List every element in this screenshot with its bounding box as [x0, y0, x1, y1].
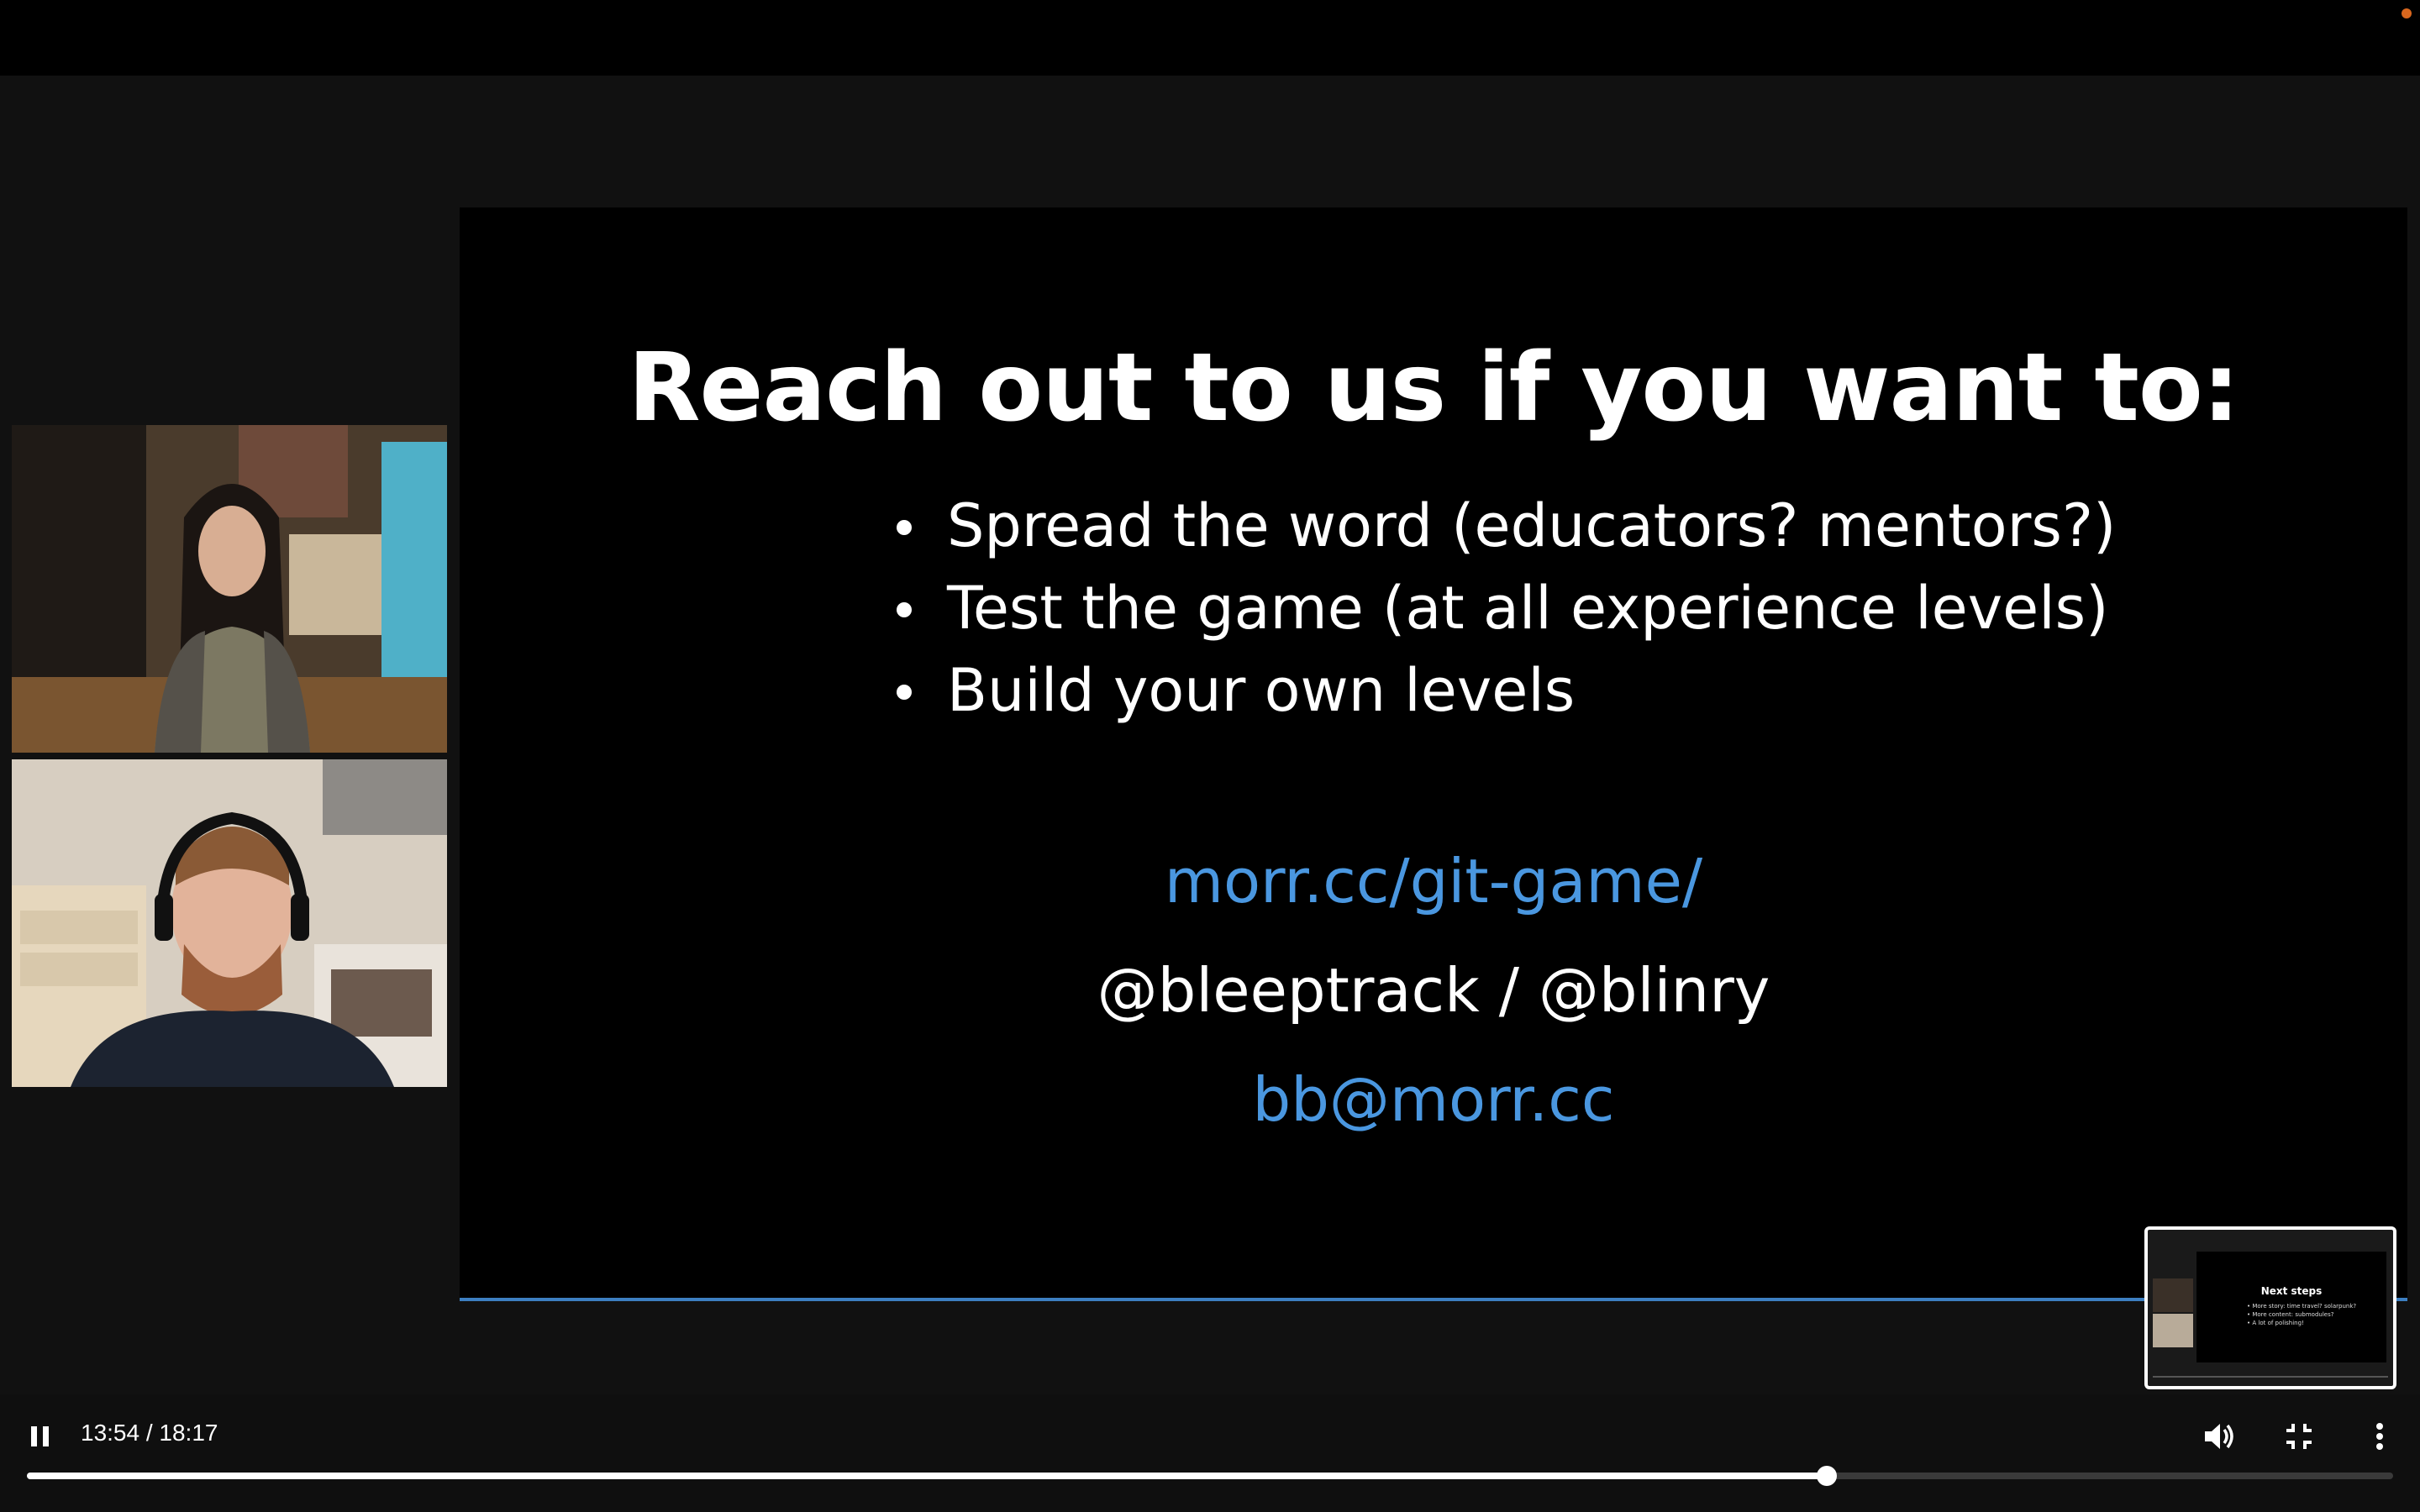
preview-bullet: • More story: time travel? solarpunk?: [2247, 1303, 2357, 1310]
volume-icon: [2205, 1424, 2233, 1449]
exit-fullscreen-icon: [2286, 1424, 2312, 1449]
preview-slide: Next steps • More story: time travel? so…: [2196, 1252, 2386, 1362]
slide-bullet: Test the game (at all experience levels): [897, 567, 2116, 649]
preview-title: Next steps: [2260, 1285, 2323, 1297]
seek-bar-played: [27, 1473, 1827, 1479]
player-controls: 13:54 / 18:17: [0, 1394, 2420, 1512]
speaker-camera-1: [12, 425, 447, 753]
preview-progress-bar: [2153, 1376, 2388, 1378]
time-display: 13:54 / 18:17: [81, 1420, 218, 1446]
seek-bar[interactable]: [27, 1466, 2393, 1486]
slide-divider: [460, 1298, 2407, 1301]
recording-indicator: [2402, 8, 2412, 18]
pause-icon-bar: [43, 1426, 49, 1446]
presentation-slide: Reach out to us if you want to: Spread t…: [460, 207, 2407, 1301]
speaker-camera-2: [12, 759, 447, 1087]
pause-button[interactable]: [17, 1413, 64, 1460]
slide-bullet: Build your own levels: [897, 649, 2116, 732]
more-options-button[interactable]: [2356, 1413, 2403, 1460]
exit-fullscreen-button[interactable]: [2275, 1413, 2323, 1460]
preview-camera-1: [2153, 1278, 2193, 1312]
preview-bullet-list: • More story: time travel? solarpunk? • …: [2247, 1302, 2356, 1327]
pause-icon: [31, 1426, 37, 1446]
volume-button[interactable]: [2195, 1413, 2242, 1460]
top-bar: [0, 0, 2420, 76]
preview-bullet: • More content: submodules?: [2247, 1311, 2334, 1318]
slide-bullet: Spread the word (educators? mentors?): [897, 485, 2116, 567]
preview-camera-2: [2153, 1314, 2193, 1347]
seek-bar-handle[interactable]: [1816, 1466, 1837, 1486]
seek-preview-thumbnail: Next steps • More story: time travel? so…: [2144, 1226, 2396, 1389]
slide-bullet-list: Spread the word (educators? mentors?) Te…: [897, 485, 2116, 732]
preview-bullet: • A lot of polishing!: [2247, 1320, 2304, 1326]
slide-url: morr.cc/git-game/: [1164, 846, 1703, 916]
more-vertical-icon: [2376, 1423, 2383, 1450]
slide-handles: @bleeptrack / @blinry: [1097, 955, 1770, 1026]
slide-title: Reach out to us if you want to:: [628, 333, 2239, 443]
slide-email: bb@morr.cc: [1252, 1064, 1615, 1135]
